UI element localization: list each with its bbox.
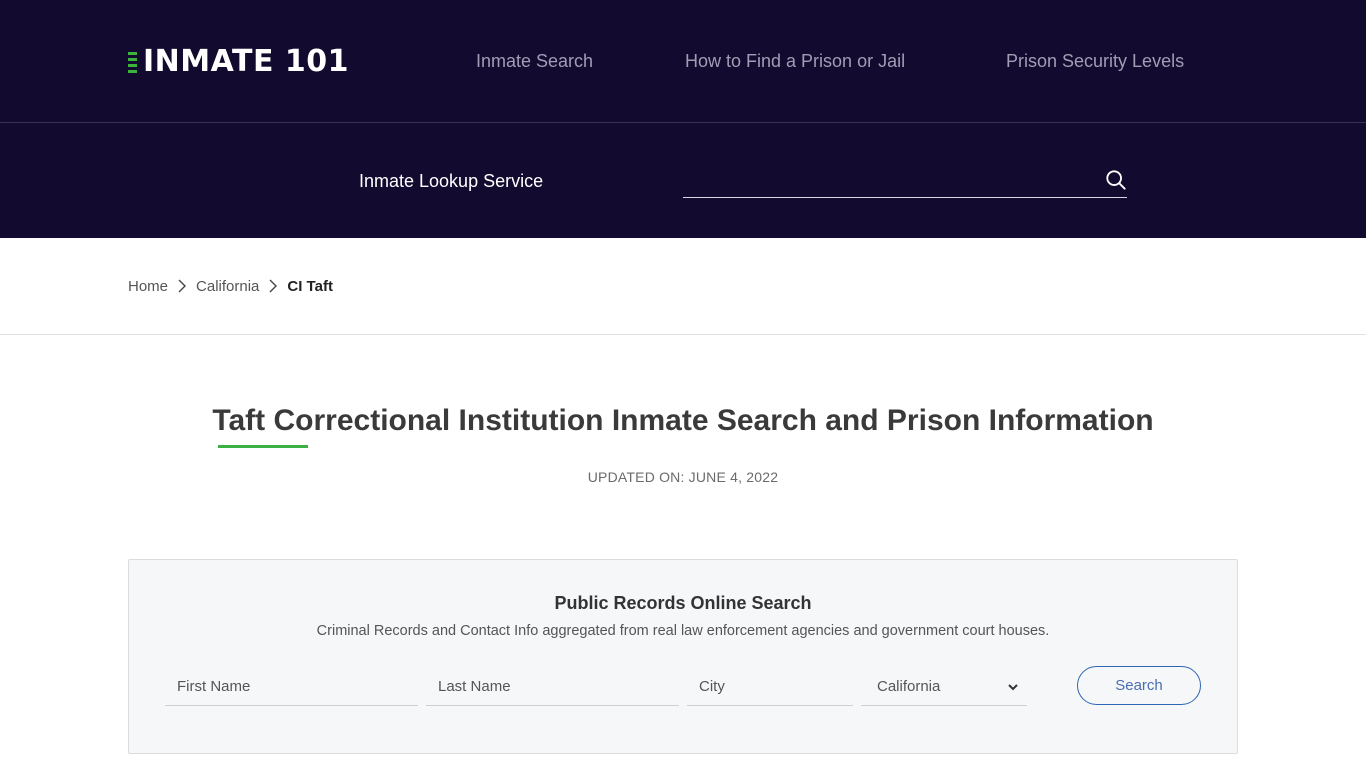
state-select[interactable]: California bbox=[861, 668, 1027, 705]
last-name-input[interactable] bbox=[426, 668, 679, 705]
records-search-subtitle: Criminal Records and Contact Info aggreg… bbox=[316, 623, 1050, 639]
lookup-label: Inmate Lookup Service bbox=[359, 171, 544, 191]
breadcrumb-current: CI Taft bbox=[287, 277, 333, 295]
updated-date: UPDATED ON: JUNE 4, 2022 bbox=[587, 469, 779, 485]
chevron-right-icon bbox=[269, 279, 278, 293]
nav-item-security-levels[interactable]: Prison Security Levels bbox=[1006, 48, 1184, 74]
first-name-field bbox=[165, 668, 418, 706]
records-search-button[interactable]: Search bbox=[1077, 666, 1201, 705]
public-records-search-panel: Public Records Online Search Criminal Re… bbox=[128, 559, 1238, 754]
chevron-down-icon bbox=[1008, 684, 1018, 691]
site-header: INMATE 101 Inmate Search How to Find a P… bbox=[0, 0, 1366, 122]
main-nav: Inmate Search How to Find a Prison or Ja… bbox=[0, 48, 1366, 74]
content-divider bbox=[0, 334, 1366, 335]
lookup-search-input[interactable] bbox=[683, 163, 1093, 196]
nav-item-inmate-search[interactable]: Inmate Search bbox=[476, 48, 593, 74]
state-selected-value: California bbox=[877, 678, 941, 695]
search-icon[interactable] bbox=[1105, 169, 1127, 191]
city-input[interactable] bbox=[687, 668, 853, 705]
state-field: California bbox=[861, 668, 1027, 706]
records-search-title: Public Records Online Search bbox=[554, 593, 812, 613]
page-title: Taft Correctional Institution Inmate Sea… bbox=[212, 404, 1154, 437]
chevron-right-icon bbox=[178, 279, 187, 293]
lookup-search-field bbox=[683, 163, 1127, 198]
title-underline bbox=[218, 445, 308, 448]
city-field bbox=[687, 668, 853, 706]
nav-item-find-prison[interactable]: How to Find a Prison or Jail bbox=[685, 48, 905, 74]
breadcrumb-california[interactable]: California bbox=[196, 278, 259, 295]
first-name-input[interactable] bbox=[165, 668, 418, 705]
lookup-bar: Inmate Lookup Service bbox=[0, 123, 1366, 238]
breadcrumb-home[interactable]: Home bbox=[128, 278, 168, 295]
last-name-field bbox=[426, 668, 679, 706]
breadcrumb: Home California CI Taft bbox=[128, 276, 333, 296]
